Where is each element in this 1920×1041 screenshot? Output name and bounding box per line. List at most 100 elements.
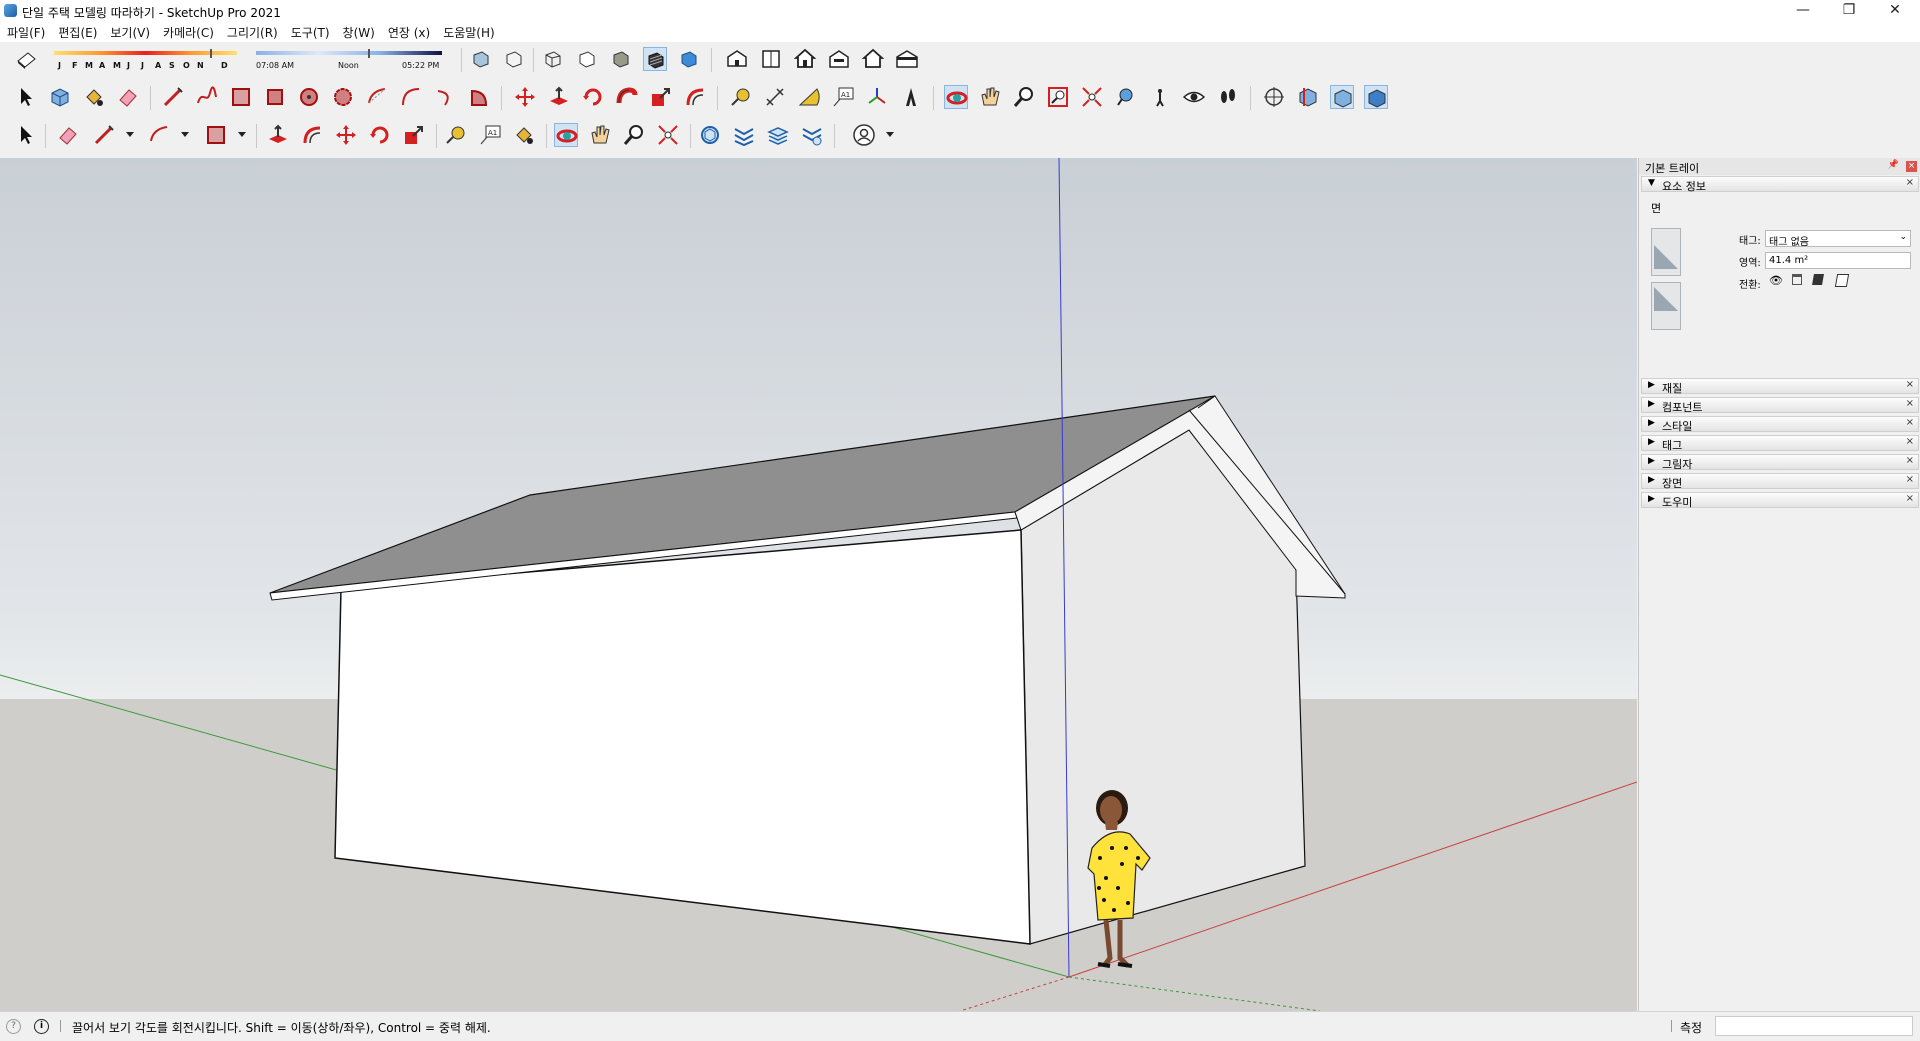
orbit-icon[interactable] <box>554 123 578 147</box>
minimize-button[interactable]: — <box>1780 0 1826 22</box>
shaded-with-textures-icon[interactable] <box>643 47 667 71</box>
iso-view-icon[interactable] <box>725 47 749 71</box>
time-slider[interactable]: 07:08 AM Noon 05:22 PM <box>254 49 444 73</box>
menu-edit[interactable]: 편집(E) <box>51 22 103 41</box>
zoom-extents-icon[interactable] <box>656 123 680 147</box>
look-around-icon[interactable] <box>1182 85 1206 109</box>
orbit-icon[interactable] <box>944 85 968 109</box>
select-arrow-icon[interactable] <box>14 85 38 109</box>
text-tool-icon[interactable]: A1 <box>478 123 502 147</box>
scale-icon[interactable] <box>402 123 426 147</box>
rotate-icon[interactable] <box>368 123 392 147</box>
arc-icon[interactable] <box>365 85 389 109</box>
push-pull-icon[interactable] <box>547 85 571 109</box>
menu-window[interactable]: 창(W) <box>336 22 381 41</box>
follow-me-icon[interactable] <box>615 85 639 109</box>
front-material-swatch[interactable] <box>1651 228 1681 276</box>
monochrome-icon[interactable] <box>677 47 701 71</box>
zoom-icon[interactable] <box>622 123 646 147</box>
panel-shadows[interactable]: ▶ 그림자 × <box>1641 454 1919 471</box>
eraser-icon[interactable] <box>116 85 140 109</box>
right-view-icon[interactable] <box>827 47 851 71</box>
menu-view[interactable]: 보기(V) <box>103 22 156 41</box>
scale-icon[interactable] <box>649 85 673 109</box>
offset-icon[interactable] <box>300 123 324 147</box>
display-section-planes-icon[interactable] <box>1296 85 1320 109</box>
menu-extensions[interactable]: 연장 (x) <box>381 22 436 41</box>
position-camera-icon[interactable] <box>1148 85 1172 109</box>
paint-bucket-icon[interactable] <box>82 85 106 109</box>
previous-view-icon[interactable] <box>1114 85 1138 109</box>
user-account-icon[interactable] <box>852 123 876 147</box>
dimension-icon[interactable] <box>763 85 787 109</box>
chevron-down-icon[interactable] <box>181 132 189 137</box>
two-point-arc-icon[interactable] <box>399 85 423 109</box>
pan-icon[interactable] <box>978 85 1002 109</box>
rectangle-icon[interactable] <box>229 85 253 109</box>
tag-select[interactable]: 태그 없음 ⌄ <box>1765 230 1911 248</box>
rotated-rectangle-icon[interactable] <box>263 85 287 109</box>
circle-icon[interactable] <box>297 85 321 109</box>
three-point-arc-icon[interactable] <box>433 85 457 109</box>
shadow-toggle-icon[interactable] <box>14 47 38 71</box>
panel-scenes[interactable]: ▶ 장면 × <box>1641 473 1919 490</box>
front-view-icon[interactable] <box>793 47 817 71</box>
menu-tools[interactable]: 도구(T) <box>284 22 336 41</box>
back-material-swatch[interactable] <box>1651 282 1681 330</box>
pie-icon[interactable] <box>467 85 491 109</box>
chevron-down-icon[interactable] <box>126 132 134 137</box>
rectangle-icon[interactable] <box>204 123 228 147</box>
push-pull-icon[interactable] <box>266 123 290 147</box>
polygon-icon[interactable] <box>331 85 355 109</box>
pan-icon[interactable] <box>588 123 612 147</box>
display-section-cuts-icon[interactable] <box>1330 85 1354 109</box>
close-tray-icon[interactable]: × <box>1906 161 1917 172</box>
top-view-icon[interactable] <box>759 47 783 71</box>
geo-location-icon[interactable]: ? <box>6 1019 21 1034</box>
model-viewport[interactable] <box>0 158 1637 1011</box>
offset-icon[interactable] <box>683 85 707 109</box>
layout-icon[interactable] <box>766 123 790 147</box>
eye-icon[interactable]: 👁 <box>1769 274 1783 287</box>
move-icon[interactable] <box>513 85 537 109</box>
text-tool-icon[interactable]: A1 <box>831 85 855 109</box>
make-component-icon[interactable] <box>48 85 72 109</box>
menu-help[interactable]: 도움말(H) <box>436 22 501 41</box>
left-view-icon[interactable] <box>895 47 919 71</box>
freehand-icon[interactable] <box>195 85 219 109</box>
zoom-extents-icon[interactable] <box>1080 85 1104 109</box>
shaded-icon[interactable] <box>609 47 633 71</box>
model-scene[interactable] <box>0 158 1637 1011</box>
zoom-icon[interactable] <box>1012 85 1036 109</box>
3d-text-icon[interactable] <box>899 85 923 109</box>
tape-measure-icon[interactable] <box>444 123 468 147</box>
back-edges-icon[interactable] <box>502 47 526 71</box>
back-view-icon[interactable] <box>861 47 885 71</box>
display-section-fill-icon[interactable] <box>1364 85 1388 109</box>
xray-icon[interactable] <box>469 47 493 71</box>
restore-button[interactable]: ❐ <box>1826 0 1872 22</box>
axes-icon[interactable] <box>865 85 889 109</box>
pin-icon[interactable]: 📌 <box>1888 160 1899 170</box>
extension-manager-icon[interactable] <box>800 123 824 147</box>
section-plane-icon[interactable] <box>1262 85 1286 109</box>
menu-file[interactable]: 파일(F) <box>0 22 51 41</box>
hidden-line-icon[interactable] <box>575 47 599 71</box>
eraser-icon[interactable] <box>56 123 80 147</box>
3d-warehouse-icon[interactable] <box>698 123 722 147</box>
walk-icon[interactable] <box>1216 85 1240 109</box>
month-slider[interactable]: J F M A M J J A S O N D <box>54 49 237 73</box>
zoom-window-icon[interactable] <box>1046 85 1070 109</box>
protractor-icon[interactable] <box>797 85 821 109</box>
panel-styles[interactable]: ▶ 스타일 × <box>1641 416 1919 433</box>
receive-shadows-icon[interactable] <box>1812 274 1824 285</box>
chevron-down-icon[interactable] <box>886 132 894 137</box>
panel-tags[interactable]: ▶ 태그 × <box>1641 435 1919 452</box>
menu-draw[interactable]: 그리기(R) <box>220 22 284 41</box>
extension-warehouse-icon[interactable] <box>732 123 756 147</box>
wireframe-icon[interactable] <box>541 47 565 71</box>
move-icon[interactable] <box>334 123 358 147</box>
panel-materials[interactable]: ▶ 재질 × <box>1641 378 1919 395</box>
panel-instructor[interactable]: ▶ 도우미 × <box>1641 492 1919 509</box>
paint-bucket-icon[interactable] <box>512 123 536 147</box>
